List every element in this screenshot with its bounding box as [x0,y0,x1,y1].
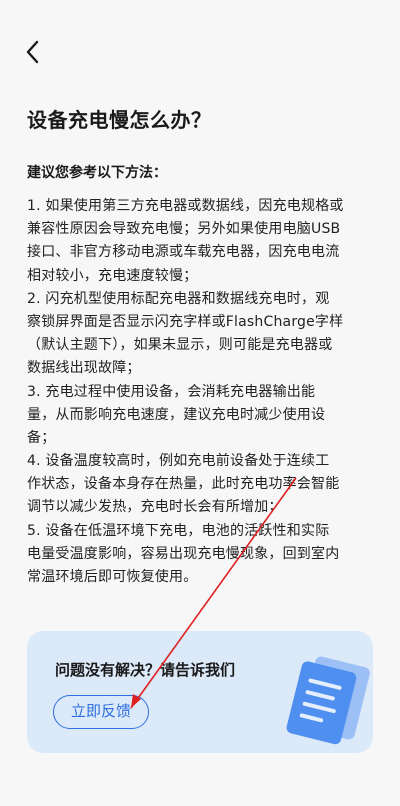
feedback-question: 问题没有解决？请告诉我们 [55,661,236,679]
tip-line: 调节以减少发热，充电时长会有所增加； [27,499,283,516]
tip-line: 3. 充电过程中使用设备，会消耗充电器输出能 [27,383,316,400]
document-icon [286,656,370,745]
tip-line: 2. 闪充机型使用标配充电器和数据线充电时，观 [27,290,330,307]
tip-line: 常温环境后即可恢复使用。 [27,569,198,585]
screen: 设备充电慢怎么办？ 建议您参考以下方法： 1. 如果使用第三方充电器或数据线，因… [0,0,400,806]
tip-line: 电量受温度影响，容易出现充电慢现象，回到室内 [27,545,340,562]
tip-line: 量，从而影响充电速度，建议充电时减少使用设 [27,406,326,423]
page-title: 设备充电慢怎么办？ [27,108,212,132]
tips-list: 1. 如果使用第三方充电器或数据线，因充电规格或 兼容性原因会导致充电慢；另外如… [27,195,377,589]
tip-line: （默认主题下），如果未显示，则可能是充电器或 [27,337,333,354]
tip-line: 相对较小，充电速度较慢； [27,267,198,284]
tip-line: 5. 设备在低温环境下充电，电池的活跃性和实际 [27,522,330,539]
tip-line: 接口、非官方移动电源或车载充电器，因充电电流 [27,244,340,261]
feedback-card: 问题没有解决？请告诉我们 立即反馈 [27,631,373,753]
tip-line: 兼容性原因会导致充电慢；另外如果使用电脑USB [27,221,341,238]
chevron-left-icon [26,40,39,64]
tip-line: 4. 设备温度较高时，例如充电前设备处于连续工 [27,453,330,470]
back-button[interactable] [20,36,48,68]
tip-line: 备； [27,429,56,446]
tip-line: 1. 如果使用第三方充电器或数据线，因充电规格或 [27,198,344,214]
tip-line: 察锁屏界面是否显示闪充字样或FlashCharge字样 [27,313,344,330]
tip-line: 作状态，设备本身存在热量，此时充电功率会智能 [27,476,340,493]
feedback-button[interactable]: 立即反馈 [53,695,149,729]
section-title: 建议您参考以下方法： [27,165,167,181]
tip-line: 数据线出现故障； [27,360,141,377]
